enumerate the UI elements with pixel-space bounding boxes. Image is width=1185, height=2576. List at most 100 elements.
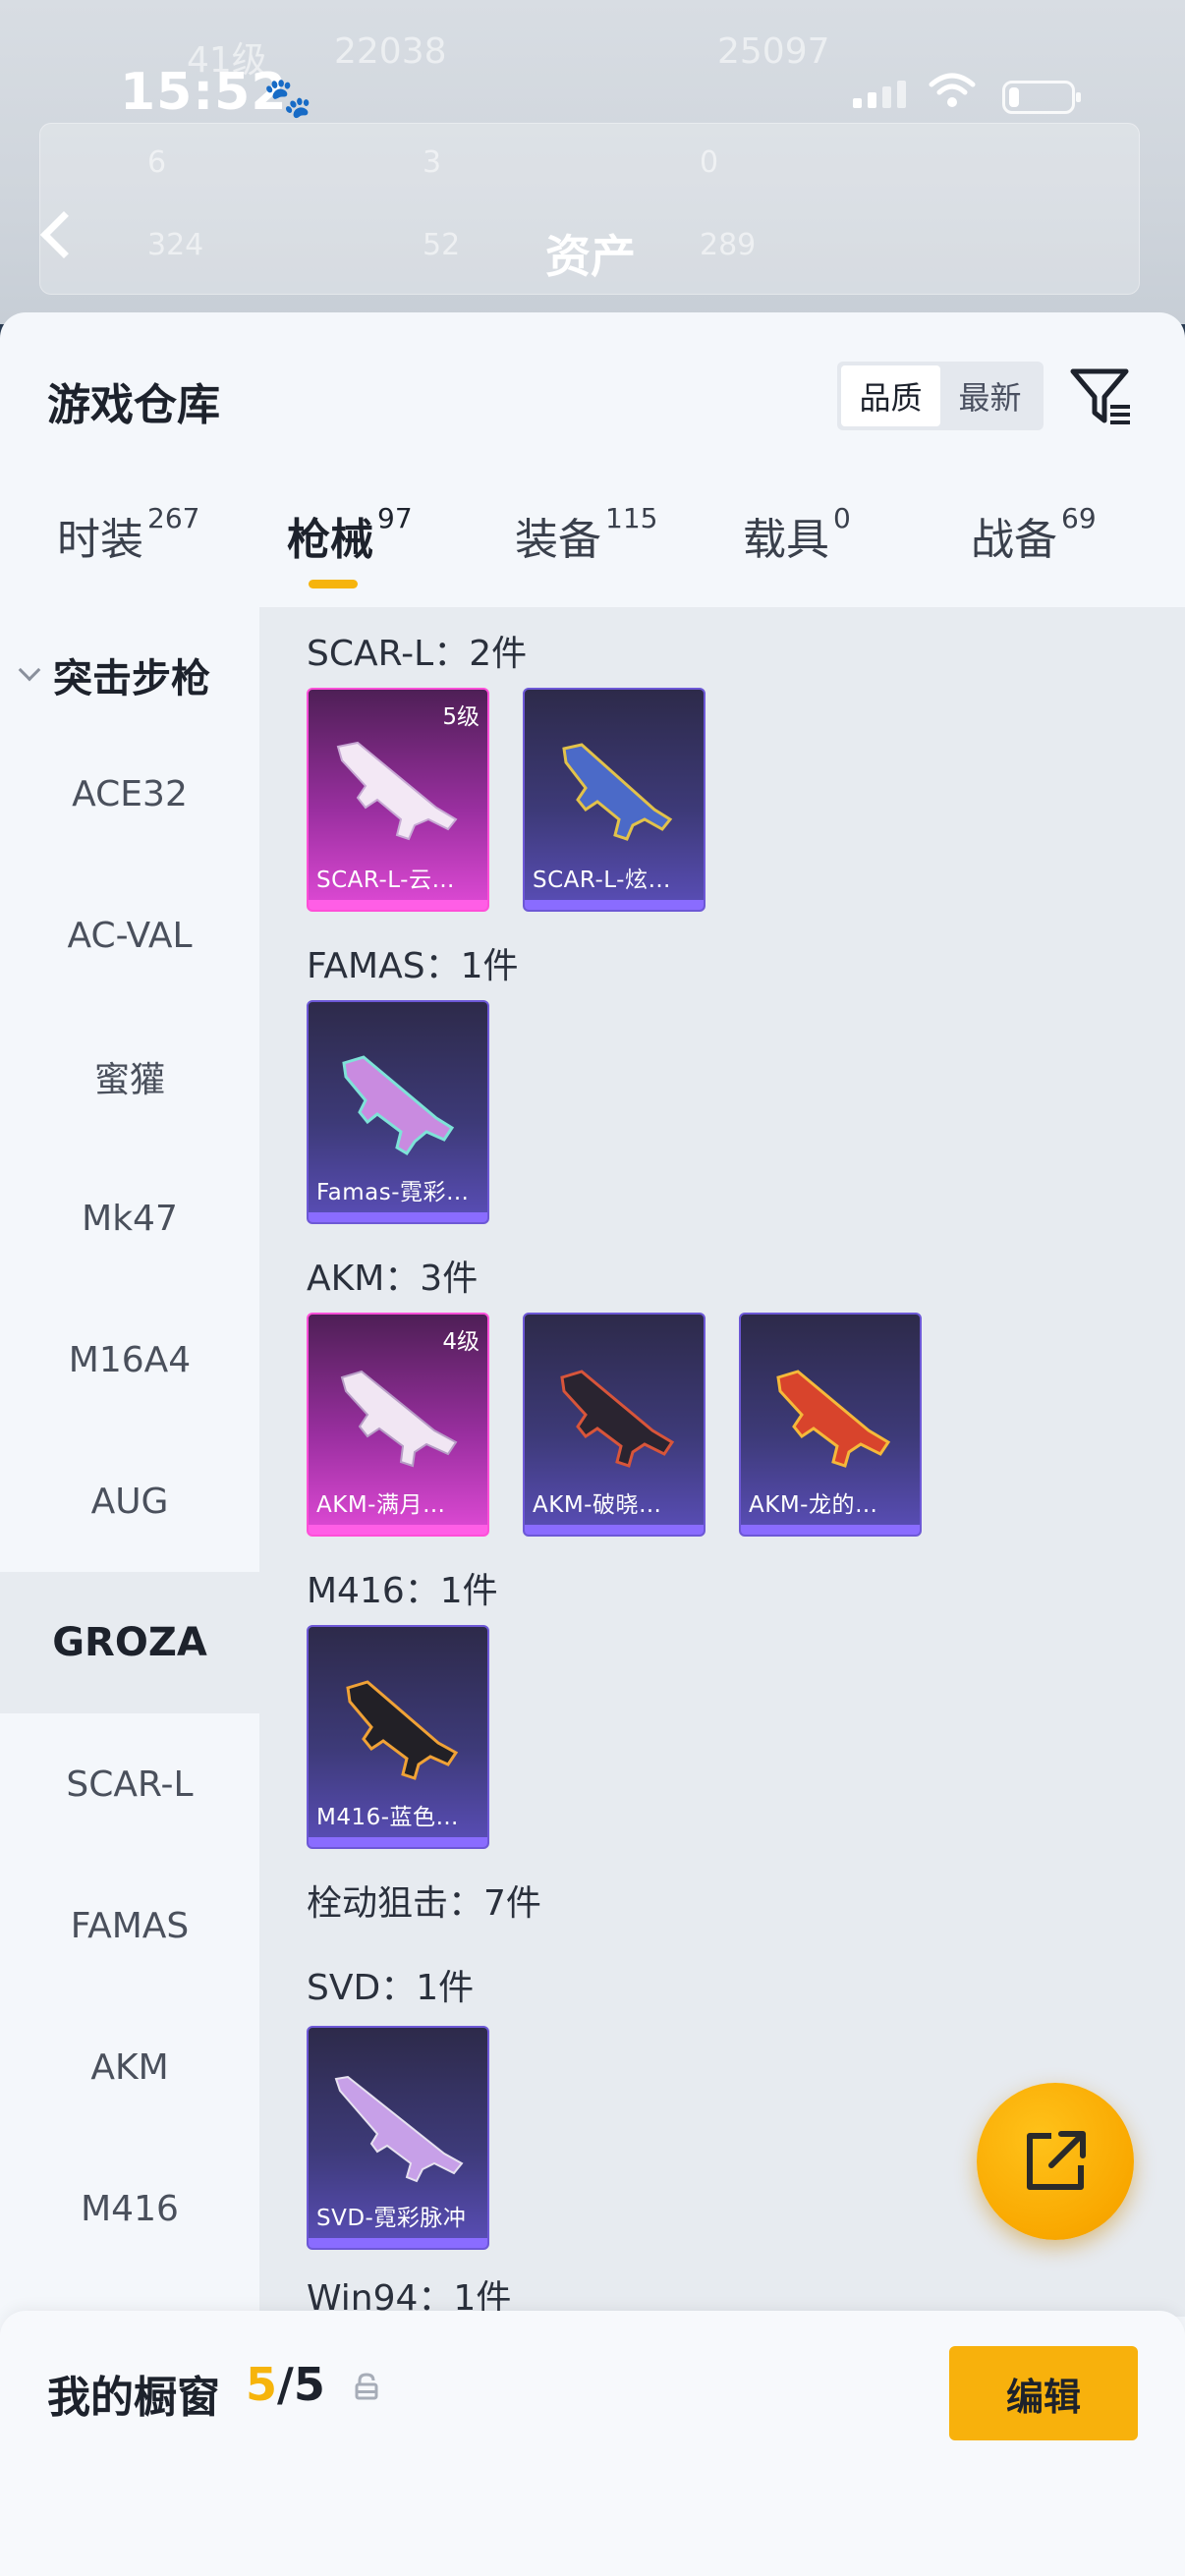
tab-label: 装备 [515,515,601,565]
rarity-stripe [309,2238,487,2248]
status-time: 15:52 [120,63,288,122]
tab-count: 0 [833,502,851,534]
tab-label: 载具 [743,515,829,565]
rarity-stripe [309,1837,487,1847]
item-card[interactable]: 4级 AKM-满月… [307,1313,489,1537]
sidebar-item-akm[interactable]: AKM [0,1996,259,2138]
sidebar-item-ace32[interactable]: ACE32 [0,723,259,865]
bg-stat-2: 3 [423,145,442,180]
rifle-icon [346,1680,459,1780]
item-name: Famas-霓彩… [316,1180,470,1205]
rifle-icon [776,1370,891,1468]
bg-score-text: 22038 [334,31,447,72]
sidebar-item-honey-badger[interactable]: 蜜獾 [0,1006,259,1148]
item-card[interactable]: M416-蓝色… [307,1625,489,1849]
share-button[interactable] [977,2083,1134,2240]
group-label-akm: AKM：3件 [307,1259,479,1299]
bg-stat-5: 52 [423,228,461,262]
rifle-icon [342,1055,455,1156]
tab-firearms[interactable]: 枪械 97 [287,502,413,567]
rifle-icon [336,741,458,841]
category-tabs: 时装 267 枪械 97 装备 115 载具 0 战备 69 [0,502,1185,588]
rifle-icon [562,743,673,841]
sidebar-item-m416[interactable]: M416 [0,2138,259,2279]
showcase-bar: 我的橱窗 5/5 编辑 [0,2311,1185,2576]
item-name: SCAR-L-云… [316,868,455,893]
tab-label: 枪械 [287,515,373,565]
item-card[interactable]: AKM-龙的… [739,1313,922,1537]
sidebar-group-label: 突击步枪 [53,656,210,701]
sort-quality-option[interactable]: 品质 [841,365,940,426]
rarity-stripe [525,1525,704,1535]
item-card[interactable]: SCAR-L-炫… [523,688,705,912]
rarity-stripe [741,1525,920,1535]
tab-count: 69 [1061,502,1097,534]
showcase-total: 5 [293,2358,325,2411]
rarity-stripe [309,1525,487,1535]
tab-vehicles[interactable]: 载具 0 [743,502,851,567]
sort-toggle: 品质 最新 [837,362,1044,430]
bg-stat-3: 0 [700,145,719,180]
rarity-stripe [309,900,487,910]
item-name: AKM-龙的… [749,1492,878,1518]
filter-icon[interactable] [1069,364,1134,428]
active-tab-indicator [309,580,358,588]
item-level: 4级 [442,1329,480,1355]
bg-stat-1: 6 [147,145,167,180]
showcase-current: 5 [246,2358,278,2411]
weapon-content: SCAR-L：2件 5级 SCAR-L-云… SCAR-L-炫… FAMAS：1… [259,607,1185,2317]
weapon-sidebar: 突击步枪 ACE32 AC-VAL 蜜獾 Mk47 M16A4 AUG GROZ… [0,607,259,2576]
rifle-icon [560,1370,675,1468]
group-label-m416: M416：1件 [307,1571,498,1611]
sidebar-item-groza[interactable]: GROZA [0,1572,259,1713]
sheet-title: 游戏仓库 [47,380,220,430]
item-card[interactable]: SVD-霓彩脉冲 [307,2026,489,2250]
paw-icon: 🐾 [263,76,312,121]
sidebar-item-aug[interactable]: AUG [0,1430,259,1572]
page-title: 资产 [545,230,636,283]
tab-label: 时装 [57,515,143,565]
bg-stat-4: 324 [147,228,204,262]
external-link-icon [1027,2131,1086,2190]
sidebar-item-famas[interactable]: FAMAS [0,1855,259,1996]
tab-count: 97 [377,502,413,534]
sort-newest-option[interactable]: 最新 [940,365,1040,426]
bg-stat-6: 289 [700,228,757,262]
tab-gear[interactable]: 战备 69 [971,502,1097,567]
item-card[interactable]: 5级 SCAR-L-云… [307,688,489,912]
bg-points-text: 25097 [717,31,830,72]
showcase-separator: / [277,2358,294,2411]
group-label-bolt-action: 栓动狙击：7件 [307,1883,541,1924]
item-card[interactable]: AKM-破晓… [523,1313,705,1537]
wifi-icon [929,73,976,107]
tab-fashion[interactable]: 时装 267 [57,502,200,567]
background-page: 41级 22038 25097 6 3 0 324 52 289 15:52 🐾… [0,0,1185,324]
tab-count: 267 [147,502,200,534]
group-label-scar-l: SCAR-L：2件 [307,634,528,674]
tab-equipment[interactable]: 装备 115 [515,502,658,567]
edit-button[interactable]: 编辑 [949,2346,1138,2440]
sidebar-item-ac-val[interactable]: AC-VAL [0,865,259,1006]
tab-label: 战备 [971,515,1057,565]
tab-count: 115 [605,502,658,534]
group-label-famas: FAMAS：1件 [307,946,519,986]
chevron-down-icon [18,658,41,682]
sidebar-group-assault-rifle[interactable]: 突击步枪 [18,646,210,703]
warehouse-sheet: 游戏仓库 品质 最新 时装 267 枪械 97 装备 115 载具 0 战备 69 突击步… [0,312,1185,2576]
sidebar-item-mk47[interactable]: Mk47 [0,1148,259,1289]
rarity-stripe [309,1212,487,1222]
item-name: AKM-满月… [316,1492,446,1518]
sidebar-item-scar-l[interactable]: SCAR-L [0,1713,259,1855]
item-card[interactable]: Famas-霓彩… [307,1000,489,1224]
item-name: SVD-霓彩脉冲 [316,2206,467,2231]
sidebar-item-m16a4[interactable]: M16A4 [0,1289,259,1430]
lock-icon [355,2373,378,2400]
item-name: AKM-破晓… [533,1492,662,1518]
item-name: SCAR-L-炫… [533,868,671,893]
showcase-count: 5/5 [246,2358,325,2411]
showcase-label: 我的橱窗 [47,2373,220,2423]
signal-icon [853,81,906,108]
group-label-svd: SVD：1件 [307,1968,475,2008]
group-label-win94: Win94：1件 [307,2278,512,2317]
rarity-stripe [525,900,704,910]
